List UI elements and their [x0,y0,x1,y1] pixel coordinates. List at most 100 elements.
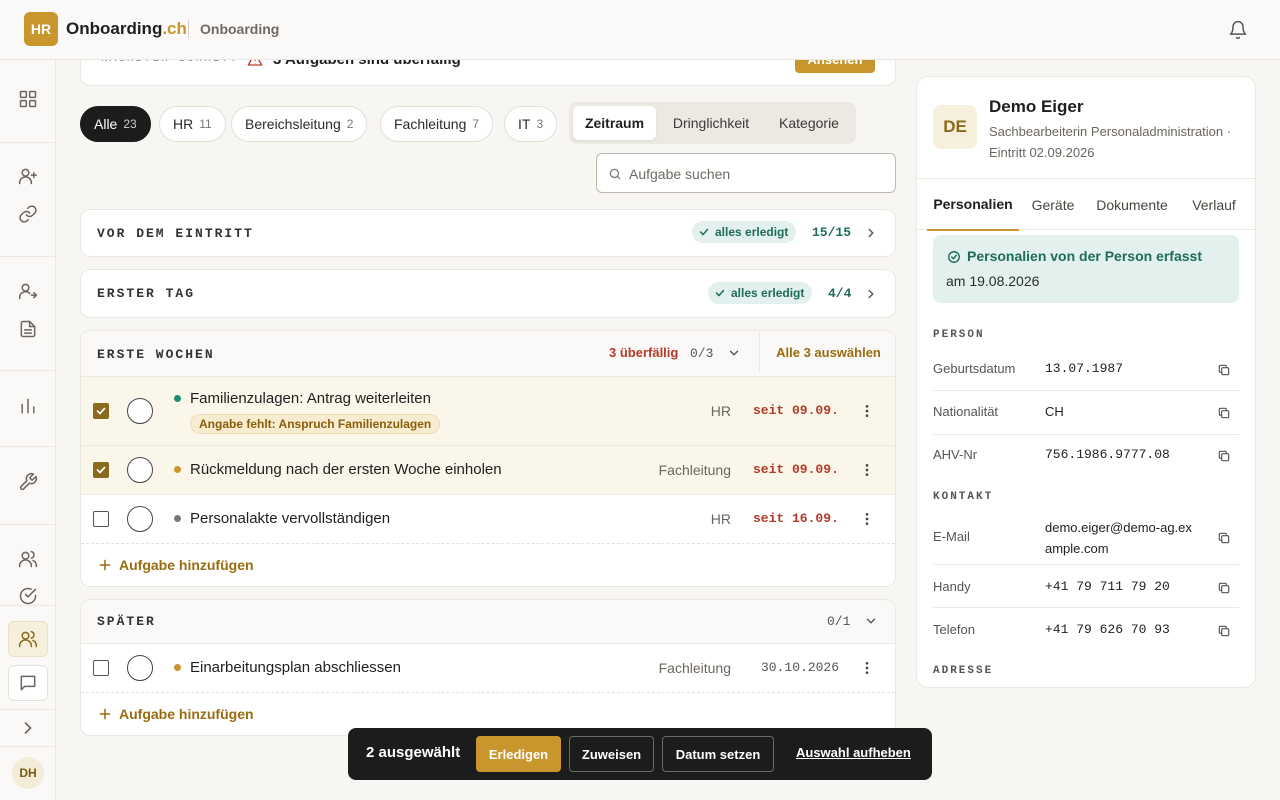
table-row[interactable]: Familienzulagen: Antrag weiterleiten Ang… [81,376,895,445]
nav-people-button[interactable] [8,621,48,657]
section-header[interactable]: SPÄTER 0/1 [81,600,895,643]
document-icon[interactable] [18,319,38,339]
filter-chip-bereichsleitung[interactable]: Bereichsleitung 2 [231,106,368,142]
section-first-weeks: ERSTE WOCHEN 3 überfällig 0/3 Alle 3 aus… [80,330,896,587]
wrench-icon[interactable] [18,472,38,492]
missing-info-badge: Angabe fehlt: Anspruch Familienzulagen [190,414,441,434]
copy-icon[interactable] [1217,449,1231,463]
bell-icon[interactable] [1228,20,1248,40]
logo[interactable]: HR [24,12,58,46]
user-plus-icon[interactable] [18,166,38,186]
tab-dringlichkeit[interactable]: Dringlichkeit [658,106,764,140]
copy-icon[interactable] [1217,624,1231,638]
task-due: seit 16.09. [753,511,839,526]
detail-value: 13.07.1987 [1045,361,1124,376]
filter-chip-hr[interactable]: HR 11 [159,106,226,142]
person-section-label: PERSON [933,329,985,341]
task-due: seit 09.09. [753,403,839,418]
sidebar-divider [0,746,56,747]
task-title[interactable]: Rückmeldung nach der ersten Woche einhol… [190,461,502,478]
clear-selection-link[interactable]: Auswahl aufheben [796,745,911,760]
search-input[interactable] [629,162,889,186]
chevron-right-icon[interactable] [18,718,38,738]
brand-name[interactable]: Onboarding.ch [66,19,187,39]
task-due: 30.10.2026 [761,660,840,675]
category-dot [174,466,181,473]
task-checkbox[interactable] [93,403,109,419]
add-task-button[interactable]: Aufgabe hinzufügen [81,543,895,586]
users-icon[interactable] [18,549,38,569]
nav-chat-button[interactable] [8,665,48,701]
kebab-icon[interactable] [859,403,875,419]
person-panel: DE Demo Eiger Sachbearbeiterin Personala… [916,76,1256,688]
complete-button[interactable]: Erledigen [476,736,561,772]
detail-row: Nationalität CH [933,391,1239,435]
tab-verlauf[interactable]: Verlauf [1183,179,1245,231]
filter-chip-fachleitung[interactable]: Fachleitung 7 [380,106,494,142]
kebab-icon[interactable] [859,660,875,676]
copy-icon[interactable] [1217,531,1231,545]
table-row[interactable]: Personalakte vervollständigen HR seit 16… [81,494,895,543]
chevron-down-icon[interactable] [864,614,878,628]
task-checkbox[interactable] [93,462,109,478]
tab-kategorie[interactable]: Kategorie [766,106,852,140]
badge-label: alles erledigt [715,225,789,239]
task-role: Fachleitung [658,462,731,478]
filter-chip-alle[interactable]: Alle 23 [80,106,151,142]
assign-button[interactable]: Zuweisen [569,736,654,772]
kebab-icon[interactable] [859,462,875,478]
chip-label: Fachleitung [394,116,467,132]
check-icon [715,289,725,297]
person-avatar: DE [933,105,977,149]
sidebar-divider [0,446,56,447]
category-dot [174,515,181,522]
chevron-down-icon[interactable] [727,346,741,360]
chevron-right-icon[interactable] [864,226,878,240]
table-row[interactable]: Rückmeldung nach der ersten Woche einhol… [81,445,895,494]
badge-label: alles erledigt [731,286,805,300]
chevron-right-icon[interactable] [864,287,878,301]
task-title[interactable]: Personalakte vervollständigen [190,510,390,527]
table-row[interactable]: Einarbeitungsplan abschliessen Fachleitu… [81,643,895,692]
task-complete-toggle[interactable] [127,655,153,681]
tab-dokumente[interactable]: Dokumente [1089,179,1175,231]
detail-key: AHV-Nr [933,447,978,462]
plus-icon [98,707,112,721]
task-complete-toggle[interactable] [127,506,153,532]
select-all-button[interactable]: Alle 3 auswählen [759,331,895,373]
section-progress: 15/15 [812,225,852,240]
user-arrow-icon[interactable] [18,281,38,301]
copy-icon[interactable] [1217,406,1231,420]
grouping-segmented-control: Zeitraum Dringlichkeit Kategorie [569,102,856,144]
chip-label: Bereichsleitung [245,116,341,132]
copy-icon[interactable] [1217,581,1231,595]
set-date-button[interactable]: Datum setzen [662,736,774,772]
tab-personalien[interactable]: Personalien [927,179,1019,231]
panel-tabs: Personalien Geräte Dokumente Verlauf [917,178,1255,231]
task-role: HR [710,511,731,527]
notice-title: Personalien von der Person erfasst [967,248,1202,264]
filter-chip-it[interactable]: IT 3 [504,106,558,142]
link-icon[interactable] [18,204,38,224]
task-complete-toggle[interactable] [127,398,153,424]
grid-icon[interactable] [18,89,38,109]
copy-icon[interactable] [1217,363,1231,377]
search-box [596,153,896,193]
avatar[interactable]: DH [12,757,44,789]
person-subtitle: Sachbearbeiterin Personaladministration … [989,124,1232,160]
sidebar: DH [0,60,56,800]
section-header[interactable]: ERSTE WOCHEN 3 überfällig 0/3 Alle 3 aus… [81,331,895,376]
tab-zeitraum[interactable]: Zeitraum [573,106,656,140]
add-task-label: Aufgabe hinzufügen [119,706,254,722]
section-first-day[interactable]: ERSTER TAG alles erledigt 4/4 [80,269,896,318]
task-checkbox[interactable] [93,660,109,676]
section-before-start[interactable]: VOR DEM EINTRITT alles erledigt 15/15 [80,209,896,257]
task-checkbox[interactable] [93,511,109,527]
check-circle-icon[interactable] [18,586,38,606]
bar-chart-icon[interactable] [18,396,38,416]
task-title[interactable]: Einarbeitungsplan abschliessen [190,659,401,676]
kebab-icon[interactable] [859,511,875,527]
tab-geraete[interactable]: Geräte [1023,179,1083,231]
task-title[interactable]: Familienzulagen: Antrag weiterleiten [190,390,431,407]
task-complete-toggle[interactable] [127,457,153,483]
